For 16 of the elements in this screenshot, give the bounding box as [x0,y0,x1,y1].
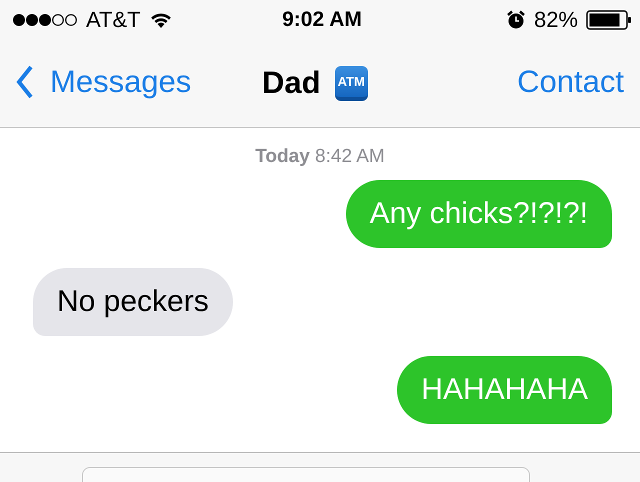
sent-message-bubble: Any chicks?!?!?! [346,180,612,248]
status-time: 9:02 AM [282,8,362,32]
battery-icon [586,10,632,30]
sent-message-bubble: HAHAHAHA [397,356,612,424]
contact-button[interactable]: Contact [517,64,624,100]
battery-percent: 82% [534,7,578,33]
back-button[interactable]: Messages [16,64,192,100]
carrier-name: AT&T [86,7,141,33]
chevron-left-icon [16,64,34,98]
contact-name: Dad [262,65,321,101]
alarm-clock-icon [506,10,526,30]
wifi-icon [148,11,173,29]
received-message-bubble: No peckers [33,268,233,336]
atm-emoji-icon: ATM [334,66,368,100]
timestamp: Today 8:42 AM [254,146,386,168]
signal-icon [12,13,78,27]
